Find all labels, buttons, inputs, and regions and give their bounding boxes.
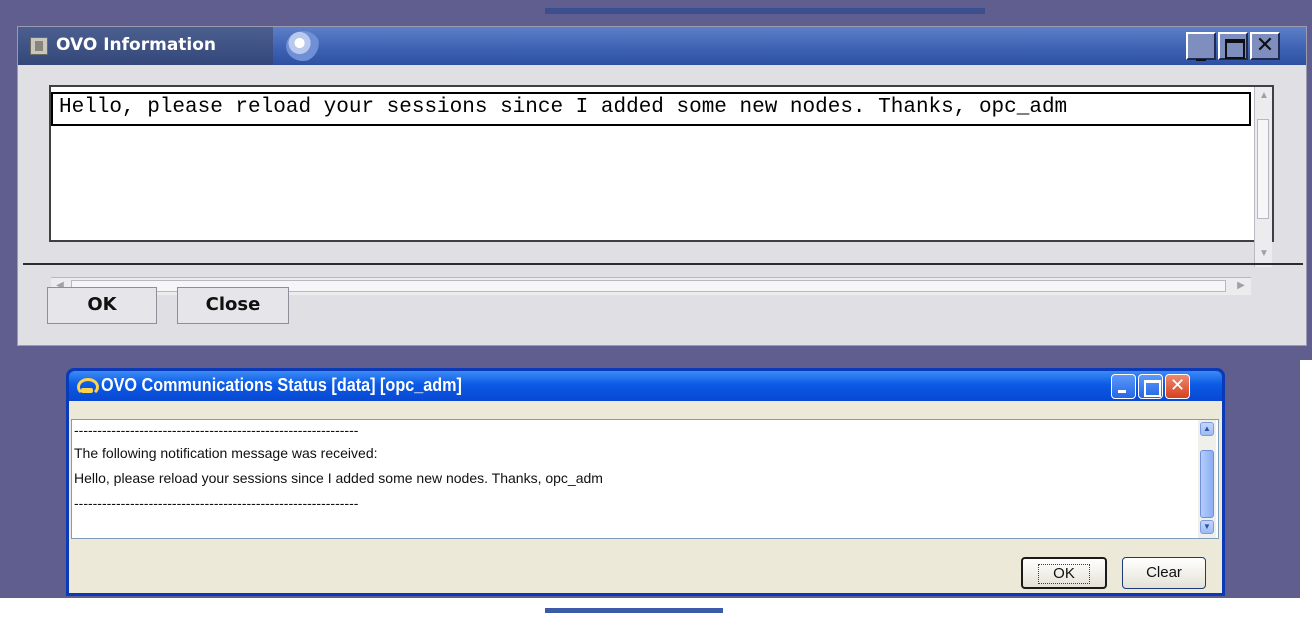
log-line: Hello, please reload your sessions since… <box>74 470 603 486</box>
info-window-title: OVO Information <box>56 35 217 55</box>
info-message-area[interactable]: Hello, please reload your sessions since… <box>49 85 1274 295</box>
comm-client-area: ----------------------------------------… <box>69 401 1222 593</box>
scroll-up-arrow-icon[interactable]: ▲ <box>1200 422 1214 436</box>
info-close-window-button[interactable]: ✕ <box>1250 32 1280 60</box>
scroll-down-arrow-icon[interactable]: ▼ <box>1257 247 1271 261</box>
comm-vscroll-thumb[interactable] <box>1200 450 1214 518</box>
scroll-down-arrow-icon[interactable]: ▼ <box>1200 520 1214 534</box>
comm-status-icon[interactable] <box>75 376 99 396</box>
info-ok-button[interactable]: OK <box>47 287 157 324</box>
scroll-right-arrow-icon[interactable]: ▶ <box>1234 279 1248 293</box>
info-minimize-button[interactable]: _ <box>1186 32 1216 61</box>
comm-ok-button[interactable]: OK <box>1021 557 1107 589</box>
info-title-bar[interactable]: OVO Information _ ✕ <box>18 27 1306 65</box>
background-window-edge <box>545 8 985 14</box>
taskbar-fragment <box>545 608 723 613</box>
scroll-up-arrow-icon[interactable]: ▲ <box>1257 89 1271 103</box>
ovo-communications-status-window: OVO Communications Status [data] [opc_ad… <box>66 368 1225 596</box>
comm-minimize-button[interactable] <box>1111 374 1136 399</box>
comm-maximize-button[interactable] <box>1138 374 1163 399</box>
ovo-app-icon[interactable] <box>30 37 48 55</box>
info-divider <box>23 263 1303 265</box>
comm-ok-label: OK <box>1038 564 1090 584</box>
info-title-tab: OVO Information <box>18 27 273 65</box>
comm-window-title: OVO Communications Status [data] [opc_ad… <box>101 375 462 395</box>
log-line: The following notification message was r… <box>74 445 378 461</box>
comm-title-bar[interactable]: OVO Communications Status [data] [opc_ad… <box>69 371 1222 401</box>
info-vscroll-thumb[interactable] <box>1257 119 1269 219</box>
comm-vertical-scrollbar[interactable]: ▲ ▼ <box>1198 420 1216 538</box>
comm-clear-button[interactable]: Clear <box>1122 557 1206 589</box>
info-message-field[interactable]: Hello, please reload your sessions since… <box>51 92 1251 126</box>
comm-close-window-button[interactable]: ✕ <box>1165 374 1190 399</box>
info-message-text: Hello, please reload your sessions since… <box>59 96 1068 119</box>
swirl-icon <box>286 31 320 61</box>
log-line: ----------------------------------------… <box>74 422 359 438</box>
comm-log-area[interactable]: ----------------------------------------… <box>71 419 1219 539</box>
info-maximize-button[interactable] <box>1218 32 1248 60</box>
log-line: ----------------------------------------… <box>74 495 359 511</box>
ovo-information-window: OVO Information _ ✕ Hello, please reload… <box>17 26 1307 346</box>
info-vertical-scrollbar[interactable]: ▲ ▼ <box>1254 87 1272 267</box>
info-close-button[interactable]: Close <box>177 287 289 324</box>
